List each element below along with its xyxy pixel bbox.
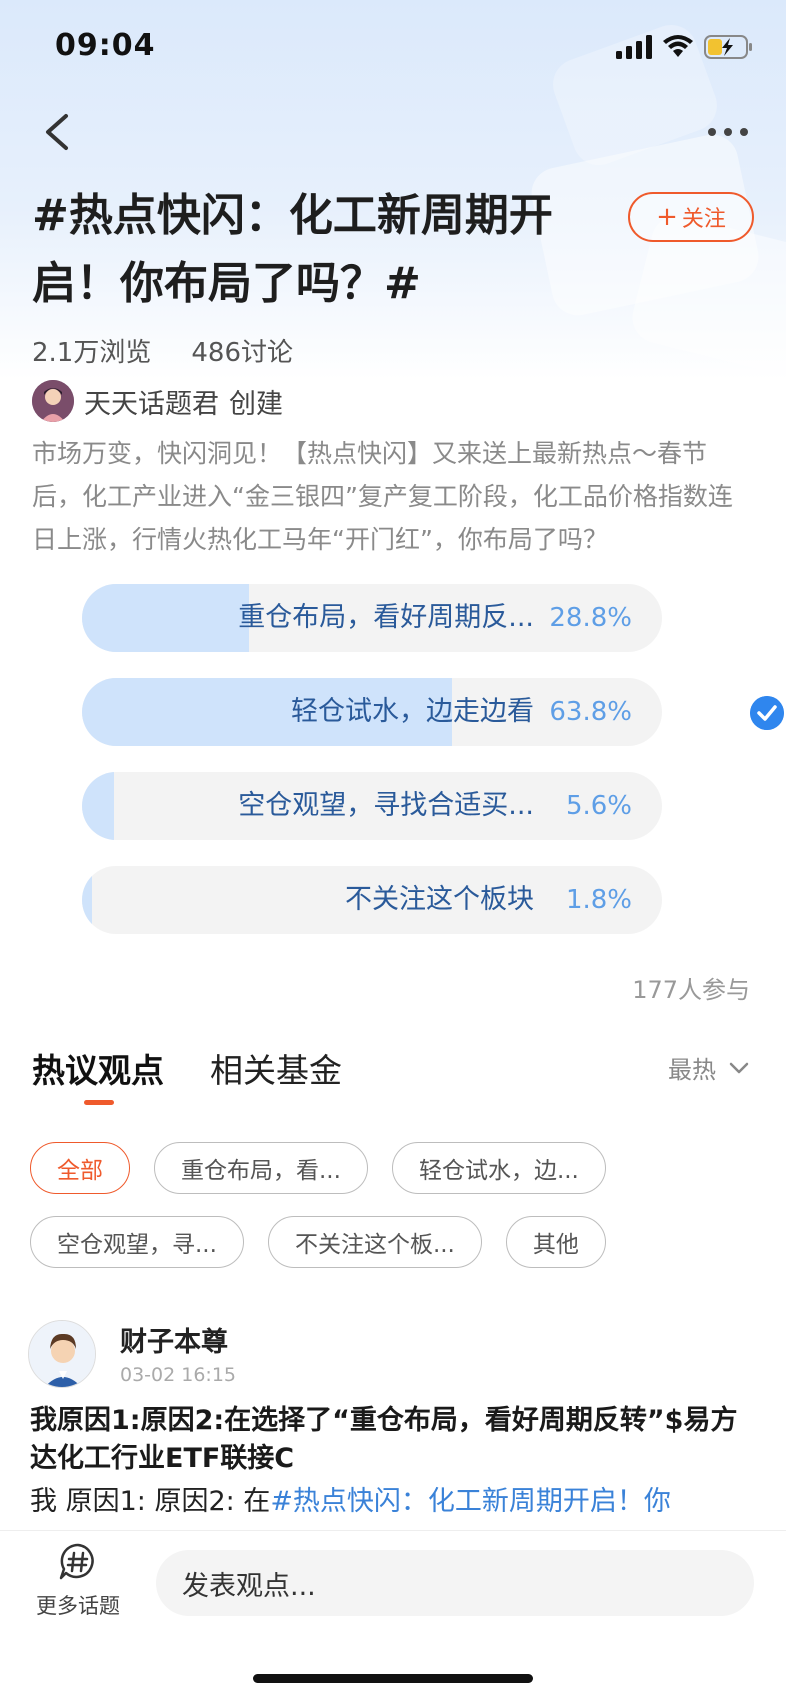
chevron-down-icon bbox=[729, 1062, 749, 1073]
selected-check-icon bbox=[750, 696, 784, 730]
poll-option-label: 空仓观望，寻找合适买... bbox=[238, 790, 534, 821]
filter-chips: 全部 重仓布局，看... 轻仓试水，边... 空仓观望，寻... 不关注这个板.… bbox=[30, 1142, 760, 1268]
poll-option[interactable]: 空仓观望，寻找合适买... 5.6% bbox=[82, 772, 662, 840]
more-topics-button[interactable]: 更多话题 bbox=[28, 1542, 128, 1620]
filter-chip-other[interactable]: 其他 bbox=[505, 1216, 606, 1268]
follow-label: 关注 bbox=[681, 207, 726, 232]
creator-suffix: 创建 bbox=[229, 388, 283, 420]
signal-icon bbox=[616, 35, 652, 59]
poll-option[interactable]: 不关注这个板块 1.8% bbox=[82, 866, 662, 934]
poll-option-label: 轻仓试水，边走边看 bbox=[291, 696, 534, 727]
more-topics-label: 更多话题 bbox=[36, 1594, 120, 1618]
status-icons bbox=[616, 34, 754, 60]
follow-button[interactable]: + 关注 bbox=[628, 192, 754, 242]
creator-row[interactable]: 天天话题君 创建 bbox=[32, 380, 283, 422]
poll-option-percent: 28.8% bbox=[549, 603, 632, 633]
sort-dropdown[interactable]: 最热 bbox=[668, 1050, 750, 1085]
filter-chip-all[interactable]: 全部 bbox=[30, 1142, 130, 1194]
filter-chip[interactable]: 轻仓试水，边... bbox=[391, 1142, 606, 1194]
topic-title: #热点快闪：化工新周期开启！你布局了吗？# bbox=[32, 190, 553, 309]
poll-option-percent: 5.6% bbox=[565, 791, 632, 821]
creator-avatar[interactable] bbox=[32, 380, 74, 422]
back-icon[interactable] bbox=[38, 110, 78, 154]
poll-option-percent: 1.8% bbox=[565, 885, 632, 915]
filter-chip[interactable]: 空仓观望，寻... bbox=[30, 1216, 244, 1268]
poll-option[interactable]: 轻仓试水，边走边看 63.8% bbox=[82, 678, 662, 746]
post-title[interactable]: 我原因1:原因2:在选择了“重仓布局，看好周期反转”$易方达化工行业ETF联接C bbox=[30, 1402, 760, 1478]
tab-bar: 热议观点 相关基金 bbox=[32, 1044, 342, 1105]
post-body-text: 我 原因1: 原因2: 在 bbox=[30, 1486, 271, 1517]
wifi-icon bbox=[663, 35, 693, 57]
poll-fill bbox=[82, 772, 115, 840]
tab-hot-opinions[interactable]: 热议观点 bbox=[32, 1044, 164, 1105]
filter-chip[interactable]: 重仓布局，看... bbox=[154, 1142, 368, 1194]
poll-option-percent: 63.8% bbox=[549, 697, 632, 727]
battery-charging-icon bbox=[704, 35, 752, 59]
poll-fill bbox=[82, 584, 250, 652]
poll-option-label: 重仓布局，看好周期反... bbox=[238, 602, 534, 633]
more-icon[interactable] bbox=[700, 118, 756, 146]
poll-fill bbox=[82, 866, 93, 934]
comment-placeholder: 发表观点... bbox=[182, 1570, 316, 1602]
poll-option-label: 不关注这个板块 bbox=[345, 884, 534, 915]
status-bar: 09:04 bbox=[0, 0, 786, 96]
post-time: 03-02 16:15 bbox=[120, 1364, 237, 1386]
hashtag-bubble-icon bbox=[59, 1543, 94, 1580]
participants-count: 177人参与 bbox=[632, 976, 750, 1004]
poll-option[interactable]: 重仓布局，看好周期反... 28.8% bbox=[82, 584, 662, 652]
creator-name[interactable]: 天天话题君 bbox=[84, 382, 219, 421]
poll: 重仓布局，看好周期反... 28.8% 轻仓试水，边走边看 63.8% 空仓观望… bbox=[82, 584, 784, 960]
discussion-count: 486讨论 bbox=[191, 338, 293, 368]
topic-description: 市场万变，快闪洞见！【热点快闪】又来送上最新热点～春节后，化工产业进入“金三银四… bbox=[32, 439, 733, 554]
sort-label: 最热 bbox=[668, 1056, 716, 1084]
post-author-avatar[interactable] bbox=[28, 1320, 96, 1388]
filter-chip[interactable]: 不关注这个板... bbox=[267, 1216, 482, 1268]
topic-stats: 2.1万浏览 486讨论 bbox=[32, 332, 293, 369]
home-indicator[interactable] bbox=[253, 1674, 533, 1683]
post-topic-link[interactable]: #热点快闪：化工新周期开启！你 bbox=[270, 1486, 671, 1517]
post-author-name[interactable]: 财子本尊 bbox=[120, 1320, 228, 1359]
comment-input[interactable]: 发表观点... bbox=[156, 1550, 754, 1616]
post-body[interactable]: 我 原因1: 原因2: 在#热点快闪：化工新周期开启！你 bbox=[30, 1482, 760, 1522]
tab-related-funds[interactable]: 相关基金 bbox=[210, 1044, 342, 1092]
status-time: 09:04 bbox=[55, 28, 156, 63]
plus-icon: + bbox=[656, 202, 678, 232]
views-count: 2.1万浏览 bbox=[32, 338, 152, 368]
